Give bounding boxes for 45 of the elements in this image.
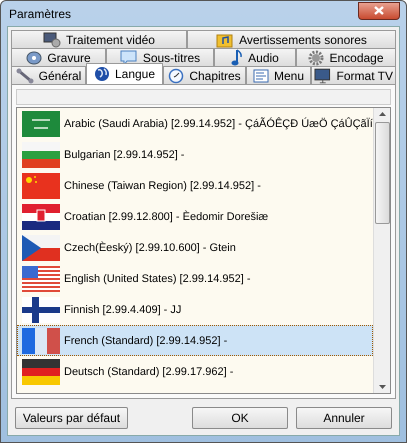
music-note-icon [231, 48, 244, 66]
cancel-button[interactable]: Annuler [296, 407, 392, 429]
close-button[interactable] [358, 2, 400, 20]
language-item[interactable]: Finnish [2.99.4.409] - JJ [17, 294, 373, 325]
language-item[interactable]: Bulgarian [2.99.14.952] - [17, 139, 373, 170]
scrollbar[interactable] [373, 108, 390, 393]
down-arrow-icon [378, 385, 386, 389]
flag-icon [22, 142, 60, 168]
tab[interactable]: Gravure [11, 48, 106, 66]
gear-icon [308, 50, 324, 66]
tab[interactable]: Sous-titres [106, 48, 214, 66]
disc-icon [26, 50, 42, 66]
language-item[interactable]: Deutsch (Standard) [2.99.17.962] - [17, 356, 373, 387]
flag-icon [22, 328, 60, 354]
tab[interactable]: Général [11, 66, 86, 84]
flag-icon [22, 266, 60, 292]
tab[interactable]: Traitement vidéo [11, 30, 187, 48]
tab[interactable]: Chapitres [163, 66, 246, 84]
flag-icon [22, 172, 60, 198]
language-item[interactable]: English (United States) [2.99.14.952] - [17, 263, 373, 294]
ok-button[interactable]: OK [192, 407, 288, 429]
language-item[interactable]: Arabic (Saudi Arabia) [2.99.14.952] - ÇáÃÓÊÇÐ ÚæÖ ÇáÛÇãÏí [17, 108, 373, 139]
tab[interactable]: Format TV [311, 66, 396, 84]
language-item[interactable]: Czech(Èeský) [2.99.10.600] - Gtein [17, 232, 373, 263]
flag-icon [22, 110, 60, 136]
defaults-button[interactable]: Valeurs par défaut [15, 407, 128, 429]
window-title: Paramètres [8, 6, 72, 20]
tab[interactable]: Langue [86, 63, 163, 84]
tab[interactable]: Menu [246, 66, 311, 84]
flag-icon [22, 204, 60, 230]
flag-icon [22, 234, 60, 260]
tab[interactable]: Audio [214, 48, 296, 66]
language-item[interactable]: Chinese (Taiwan Region) [2.99.14.952] - [17, 170, 373, 201]
tab[interactable]: Avertissements sonores [187, 30, 396, 48]
flag-icon [22, 296, 60, 322]
language-item[interactable]: Croatian [2.99.12.800] - Èedomir Dorešiæ [17, 201, 373, 232]
monitor-gear-icon [43, 32, 62, 48]
tab[interactable]: Encodage [296, 48, 396, 66]
language-item[interactable]: French (Standard) [2.99.14.952] - [17, 325, 373, 356]
scroll-thumb[interactable] [374, 122, 390, 224]
close-icon [374, 6, 384, 15]
speech-bubble-icon [120, 50, 138, 66]
up-arrow-icon [378, 112, 386, 116]
flag-icon [22, 358, 60, 384]
monitor-icon [314, 68, 332, 84]
